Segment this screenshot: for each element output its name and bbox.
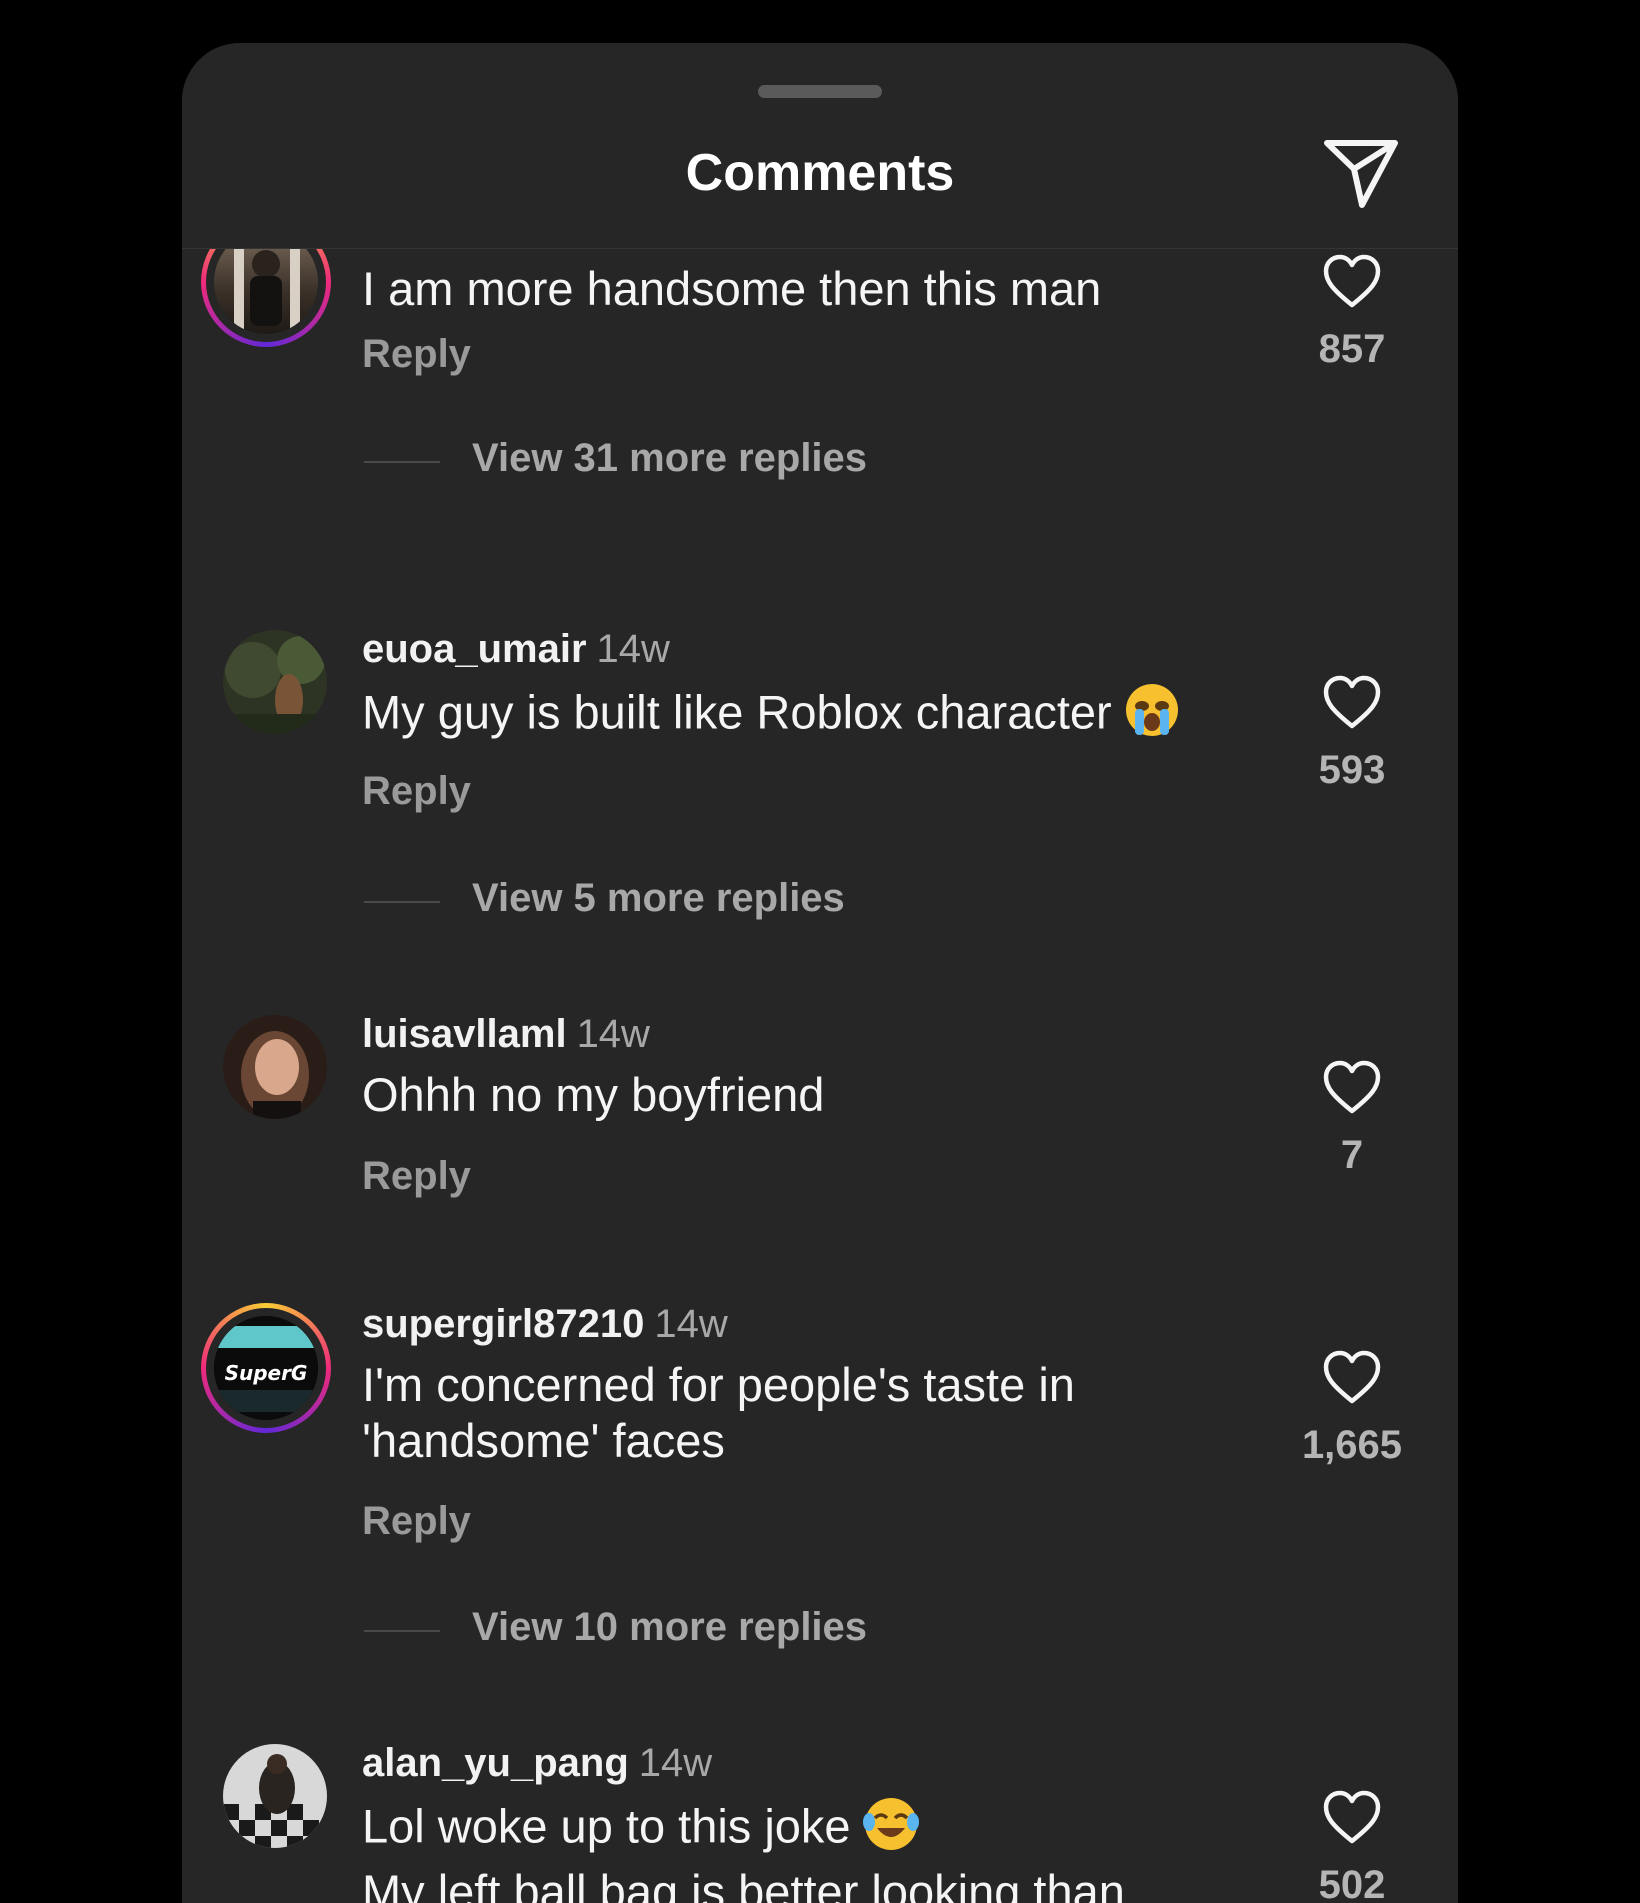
avatar-image [223,1744,327,1848]
timestamp: 14w [576,1012,650,1056]
like-count: 1,665 [1301,1423,1403,1467]
comment-text-content: Lol woke up to this joke [362,1799,851,1853]
view-more-label: View 31 more replies [472,436,868,480]
reply-button[interactable]: Reply [362,332,471,377]
reply-button[interactable]: Reply [362,769,471,814]
avatar-logo-text: SuperG [225,1361,308,1385]
avatar-story-ring[interactable] [201,249,331,347]
view-more-label: View 10 more replies [472,1605,868,1649]
comment-meta: alan_yu_pang 14w [362,1741,712,1786]
avatar-image [223,630,327,734]
heart-icon[interactable] [1322,1059,1382,1115]
face-with-tears-of-joy-emoji [862,1796,919,1864]
loudly-crying-face-emoji [1124,682,1180,750]
reply-button[interactable]: Reply [362,1499,471,1544]
comment-list[interactable]: I am more handsome then this man Reply 8… [182,249,1458,1903]
heart-icon[interactable] [1322,674,1382,730]
like-count: 857 [1318,327,1386,371]
comment-text-line: 'handsome' faces [362,1414,725,1467]
comment-text-content: My guy is built like Roblox character [362,685,1112,739]
avatar [214,249,318,334]
reply-button[interactable]: Reply [362,1154,471,1199]
divider-line [364,1630,440,1632]
comment-text-line: My left ball bag is better looking than [362,1865,1125,1903]
username[interactable]: luisavllaml [362,1012,567,1056]
comment-text: I am more handsome then this man [362,262,1102,315]
view-more-label: View 5 more replies [472,876,845,920]
like-button[interactable]: 593 [1282,674,1422,793]
timestamp: 14w [596,627,670,671]
comments-header: Comments [182,43,1458,249]
comment-meta: luisavllaml 14w [362,1012,650,1057]
like-button[interactable]: 502 [1282,1789,1422,1903]
drag-handle[interactable] [758,85,882,98]
avatar-story-ring[interactable]: SuperG [201,1303,331,1433]
username[interactable]: alan_yu_pang [362,1741,629,1785]
like-button[interactable]: 7 [1282,1059,1422,1178]
like-button[interactable]: 1,665 [1282,1349,1422,1468]
avatar-image: SuperG [214,1316,318,1420]
username[interactable]: supergirl87210 [362,1302,644,1346]
comment-meta: supergirl87210 14w [362,1302,728,1347]
avatar-image [234,249,300,334]
comment-meta: euoa_umair 14w [362,627,670,672]
avatar[interactable] [223,1744,327,1848]
avatar: SuperG [214,1316,318,1420]
divider-line [364,461,440,463]
comment-text-line: Lol woke up to this joke [362,1796,1322,1864]
divider-line [364,901,440,903]
heart-icon[interactable] [1322,253,1382,309]
send-icon[interactable] [1322,135,1400,213]
like-count: 7 [1340,1133,1364,1177]
comment-text: I'm concerned for people's taste in 'han… [362,1357,1262,1469]
comment-text: Ohhh no my boyfriend [362,1068,825,1121]
username[interactable]: euoa_umair [362,627,587,671]
heart-icon[interactable] [1322,1349,1382,1405]
like-count: 593 [1318,748,1386,792]
comment-text: Lol woke up to this joke My left ball ba… [362,1796,1322,1903]
comments-sheet: Comments I am more handsome then this ma… [182,43,1458,1903]
heart-icon[interactable] [1322,1789,1382,1845]
avatar[interactable] [223,630,327,734]
like-count: 502 [1318,1863,1386,1903]
comment-text-line: I'm concerned for people's taste in [362,1358,1075,1411]
timestamp: 14w [638,1741,713,1785]
like-button[interactable]: 857 [1282,253,1422,372]
avatar[interactable] [223,1015,327,1119]
page-title: Comments [685,144,955,202]
timestamp: 14w [654,1302,728,1346]
avatar-image [223,1015,327,1119]
comment-text: My guy is built like Roblox character [362,682,1322,750]
